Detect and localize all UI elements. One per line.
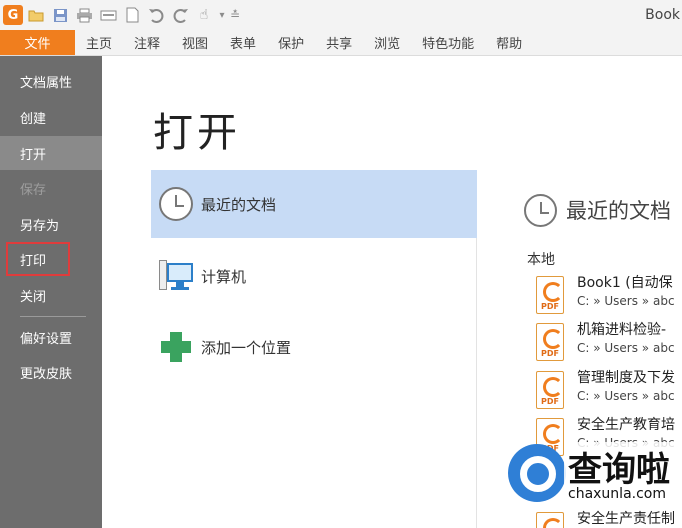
app-logo-icon[interactable]: G xyxy=(3,5,23,25)
tab-home[interactable]: 主页 xyxy=(75,30,123,55)
menu-item-document-properties[interactable]: 文档属性 xyxy=(0,64,102,98)
menu-item-save-as[interactable]: 另存为 xyxy=(0,207,102,241)
menu-item-create[interactable]: 创建 xyxy=(0,100,102,134)
pdf-file-icon: PDF xyxy=(536,323,564,361)
tab-file[interactable]: 文件 xyxy=(0,30,75,55)
document-name: Book1 (自动保 xyxy=(577,275,673,291)
document-path: C: » Users » abc xyxy=(577,294,675,308)
pdf-file-icon: PDF xyxy=(536,371,564,409)
undo-icon[interactable] xyxy=(145,4,167,26)
save-icon[interactable] xyxy=(49,4,71,26)
location-computer[interactable]: 计算机 xyxy=(151,242,477,310)
tab-browse[interactable]: 浏览 xyxy=(363,30,411,55)
pdf-file-icon: PDF xyxy=(536,276,564,314)
computer-icon xyxy=(159,260,193,292)
document-name: 机箱进料检验- xyxy=(577,322,667,338)
watermark-search-icon xyxy=(508,444,566,502)
new-document-icon[interactable] xyxy=(121,4,143,26)
tab-view[interactable]: 视图 xyxy=(171,30,219,55)
menu-item-change-skin[interactable]: 更改皮肤 xyxy=(0,355,102,389)
menu-item-preferences[interactable]: 偏好设置 xyxy=(0,320,102,354)
print-icon[interactable] xyxy=(73,4,95,26)
document-name: 管理制度及下发 xyxy=(577,370,675,386)
watermark-brand: 查询啦 xyxy=(564,442,674,491)
hand-tool-icon[interactable]: ☝ xyxy=(193,4,215,26)
location-label: 最近的文档 xyxy=(201,195,277,214)
document-name: 安全生产教育培 xyxy=(577,417,675,433)
page-title: 打开 xyxy=(153,110,241,156)
clock-icon xyxy=(159,187,193,221)
location-recent-documents[interactable]: 最近的文档 xyxy=(151,170,477,238)
window-title: Book xyxy=(645,7,680,23)
scan-icon[interactable] xyxy=(97,4,119,26)
backstage-menu: 文档属性 创建 打开 保存 另存为 打印 关闭 偏好设置 更改皮肤 xyxy=(0,56,102,528)
quick-access-toolbar: G ☝ ▾ ≛ Book xyxy=(0,0,682,30)
open-locations-list: 最近的文档 计算机 添加一个位置 xyxy=(151,170,477,528)
menu-separator xyxy=(20,316,86,317)
document-path: C: » Users » abc xyxy=(577,341,675,355)
redo-icon[interactable] xyxy=(169,4,191,26)
location-label: 计算机 xyxy=(201,267,247,286)
tab-features[interactable]: 特色功能 xyxy=(411,30,485,55)
application-window: G ☝ ▾ ≛ Book 文件 主页 注释 视图 表单 保护 共享 浏览 特色功… xyxy=(0,0,682,528)
watermark-url: chaxunla.com xyxy=(566,486,668,502)
tab-protect[interactable]: 保护 xyxy=(267,30,315,55)
menu-item-open[interactable]: 打开 xyxy=(0,136,102,170)
clock-icon xyxy=(524,193,557,227)
section-local: 本地 xyxy=(527,252,555,268)
customize-icon[interactable]: ≛ xyxy=(229,4,241,26)
tab-share[interactable]: 共享 xyxy=(315,30,363,55)
location-label: 添加一个位置 xyxy=(201,338,292,357)
print-highlight-box xyxy=(6,242,70,276)
recent-header: 最近的文档 xyxy=(524,190,671,230)
tab-help[interactable]: 帮助 xyxy=(485,30,533,55)
location-add-place[interactable]: 添加一个位置 xyxy=(151,313,477,381)
recent-header-title: 最近的文档 xyxy=(566,199,671,223)
recent-document-item[interactable]: PDF 管理制度及下发 C: » Users » abc xyxy=(536,367,682,413)
menu-item-save: 保存 xyxy=(20,182,47,198)
open-folder-icon[interactable] xyxy=(25,4,47,26)
plus-icon xyxy=(159,330,193,364)
ribbon-tab-bar: 文件 主页 注释 视图 表单 保护 共享 浏览 特色功能 帮助 xyxy=(0,30,682,56)
watermark-logo: 查询啦 chaxunla.com xyxy=(500,440,682,522)
document-path: C: » Users » abc xyxy=(577,389,675,403)
recent-document-item[interactable]: PDF Book1 (自动保 C: » Users » abc xyxy=(536,272,682,318)
tab-comment[interactable]: 注释 xyxy=(123,30,171,55)
tab-form[interactable]: 表单 xyxy=(219,30,267,55)
dropdown-arrow-icon[interactable]: ▾ xyxy=(217,4,227,26)
menu-item-close[interactable]: 关闭 xyxy=(0,278,102,312)
recent-document-item[interactable]: PDF 机箱进料检验- C: » Users » abc xyxy=(536,319,682,365)
